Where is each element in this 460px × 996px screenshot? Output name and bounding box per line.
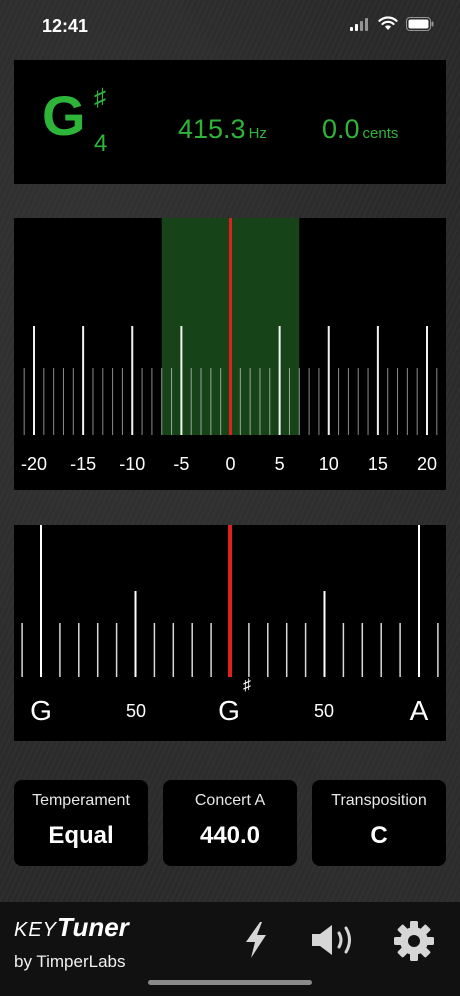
meter-tick-label: -5 xyxy=(173,454,190,474)
frequency-unit: Hz xyxy=(248,125,267,142)
meter-tick-label: -15 xyxy=(70,454,97,474)
status-bar: 12:41 xyxy=(0,0,460,50)
transposition-label: Transposition xyxy=(331,792,427,809)
meter-tick-label: 5 xyxy=(274,454,285,474)
logo-byline: by TimperLabs xyxy=(14,952,126,971)
ruler-left-note: G xyxy=(30,695,52,726)
detected-note-accidental: ♯ xyxy=(94,84,106,111)
app-logo: KEYTuner by TimperLabs xyxy=(14,912,129,971)
speaker-icon[interactable] xyxy=(308,920,362,965)
home-indicator[interactable] xyxy=(148,980,312,985)
meter-tick-label: 20 xyxy=(416,454,438,474)
note-readout-panel: G ♯ 4 415.3 Hz 0.0 cents xyxy=(14,60,446,184)
cents-meter: -20 -15 -10 -5 0 5 10 15 20 xyxy=(14,218,446,490)
cents-meter-scale xyxy=(23,218,438,435)
temperament-label: Temperament xyxy=(32,792,130,809)
transposition-value: C xyxy=(370,822,388,849)
logo-key: KEY xyxy=(14,919,58,941)
lightning-icon[interactable] xyxy=(240,920,272,965)
meter-tick-label: 0 xyxy=(225,454,236,474)
transposition-button[interactable]: Transposition C xyxy=(312,780,446,866)
bottom-toolbar: KEYTuner by TimperLabs xyxy=(0,902,460,996)
ruler-center-note: G xyxy=(218,695,240,726)
concert-a-value: 440.0 xyxy=(199,822,261,849)
ruler-right-note: A xyxy=(409,695,429,726)
logo-tuner: Tuner xyxy=(57,912,129,942)
cents-readout: 0.0 cents xyxy=(322,114,398,145)
frequency-value: 415.3 xyxy=(178,114,246,144)
concert-a-button[interactable]: Concert A 440.0 xyxy=(163,780,297,866)
cents-unit: cents xyxy=(362,125,399,142)
note-ruler: G 50 G ♯ 50 A xyxy=(14,525,446,741)
status-time: 12:41 xyxy=(42,16,89,36)
temperament-button[interactable]: Temperament Equal xyxy=(14,780,148,866)
frequency-readout: 415.3 Hz xyxy=(178,114,267,145)
temperament-value: Equal xyxy=(48,822,114,849)
signal-icon xyxy=(350,17,370,36)
detected-note: G xyxy=(42,84,86,147)
wifi-icon xyxy=(378,16,398,36)
ruler-right-cents: 50 xyxy=(313,701,335,721)
battery-icon xyxy=(406,16,434,36)
status-icons xyxy=(350,16,434,36)
meter-tick-label: 10 xyxy=(318,454,339,474)
ruler-left-cents: 50 xyxy=(125,701,147,721)
ruler-center-accidental: ♯ xyxy=(243,677,251,694)
gear-icon[interactable] xyxy=(392,920,436,969)
detected-note-octave: 4 xyxy=(94,130,108,157)
meter-tick-label: -20 xyxy=(20,454,48,474)
cents-value: 0.0 xyxy=(322,114,360,144)
concert-a-label: Concert A xyxy=(194,792,266,809)
meter-tick-label: -10 xyxy=(119,454,146,474)
meter-tick-label: 15 xyxy=(367,454,388,474)
